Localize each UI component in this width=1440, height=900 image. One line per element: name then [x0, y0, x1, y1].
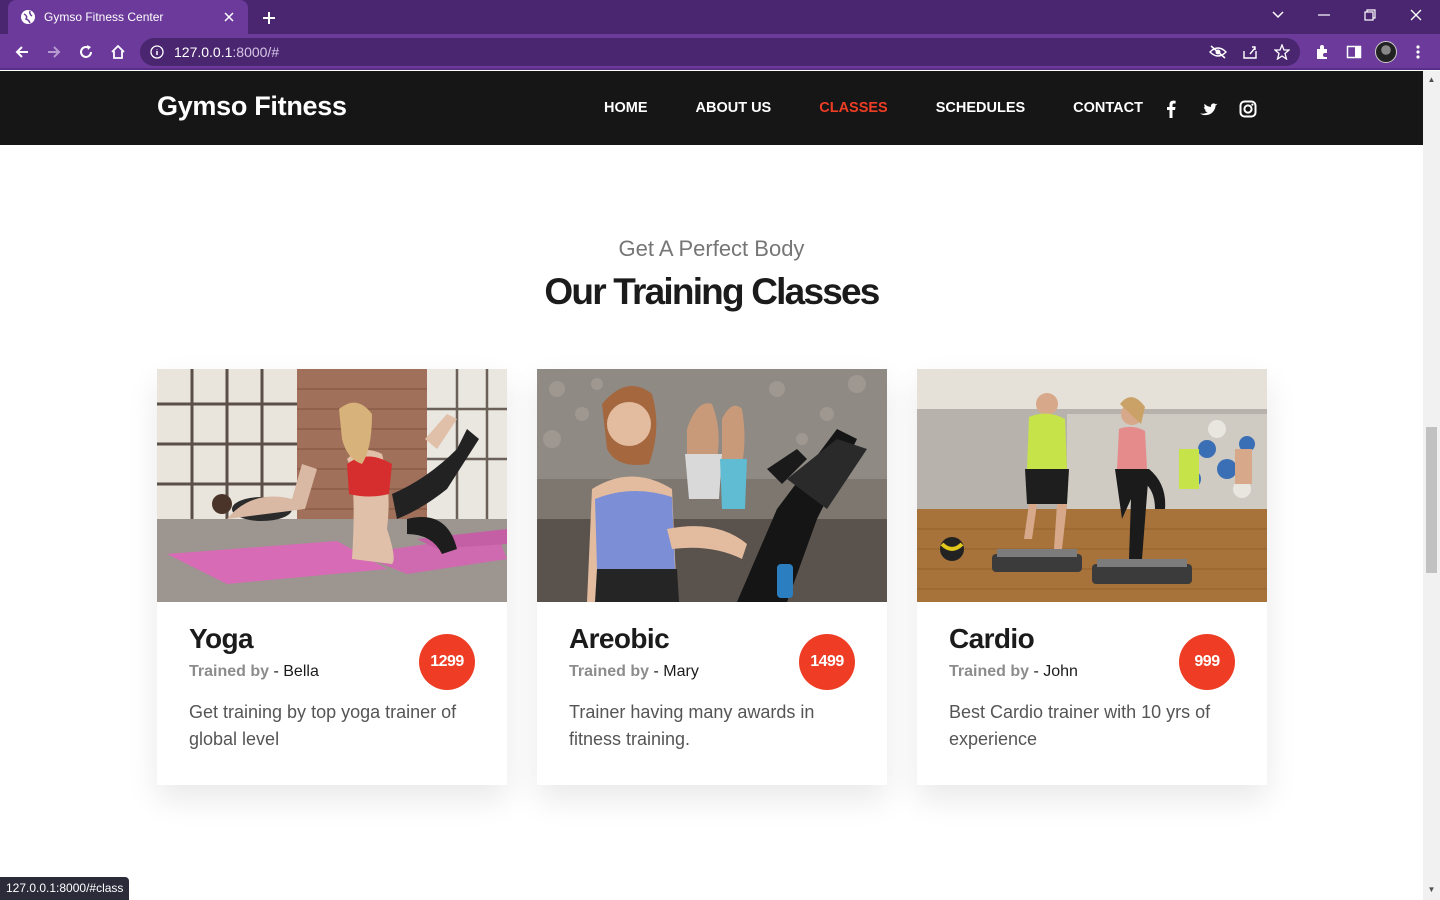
trained-by-label: Trained by — [569, 663, 650, 680]
section-title: Our Training Classes — [544, 271, 880, 312]
nav-links: HOME ABOUT US CLASSES SCHEDULES CONTACT — [580, 71, 1167, 145]
forward-icon[interactable] — [42, 40, 66, 64]
eye-off-icon[interactable] — [1206, 40, 1230, 64]
trained-by-label: Trained by — [949, 663, 1030, 680]
nav-schedules[interactable]: SCHEDULES — [912, 100, 1049, 116]
trainer-name: - John — [1033, 663, 1078, 680]
link-status-bar: 127.0.0.1:8000/#class — [0, 877, 130, 900]
class-trainer: Trained by - Mary — [569, 663, 699, 681]
extensions-icon[interactable] — [1310, 40, 1334, 64]
class-price-badge: 1499 — [799, 634, 855, 690]
share-icon[interactable] — [1238, 40, 1262, 64]
url-path: :8000/# — [232, 44, 280, 60]
trained-by-label: Trained by — [189, 663, 270, 680]
section-subtitle: Get A Perfect Body — [618, 236, 805, 261]
url-host: 127.0.0.1 — [174, 44, 233, 60]
address-bar[interactable]: 127.0.0.1:8000/# — [140, 38, 1300, 66]
class-card-areobic[interactable]: Areobic Trained by - Mary 1499 Trainer h… — [537, 369, 887, 785]
trainer-name: - Mary — [653, 663, 699, 680]
scroll-thumb[interactable] — [1426, 427, 1437, 573]
nav-about-us[interactable]: ABOUT US — [672, 100, 796, 116]
nav-contact[interactable]: CONTACT — [1049, 100, 1167, 116]
browser-toolbar: 127.0.0.1:8000/# — [0, 34, 1440, 70]
class-card-cardio[interactable]: Cardio Trained by - John 999 Best Cardio… — [917, 369, 1267, 785]
site-info-icon[interactable] — [150, 45, 164, 59]
browser-tab[interactable]: Gymso Fitness Center — [8, 0, 248, 34]
site-brand[interactable]: Gymso Fitness — [157, 91, 347, 122]
yoga-class-image — [157, 369, 507, 602]
class-description: Best Cardio trainer with 10 yrs of exper… — [949, 702, 1211, 749]
page-viewport: Gymso Fitness HOME ABOUT US CLASSES SCHE… — [0, 71, 1423, 900]
reload-icon[interactable] — [74, 40, 98, 64]
class-description: Get training by top yoga trainer of glob… — [189, 702, 457, 749]
class-trainer: Trained by - Bella — [189, 663, 319, 681]
tab-search-icon[interactable] — [1255, 0, 1301, 30]
class-title: Areobic — [569, 623, 670, 654]
class-price-badge: 1299 — [419, 634, 475, 690]
twitter-icon[interactable] — [1198, 99, 1218, 119]
scroll-down-arrow-icon[interactable]: ▼ — [1427, 885, 1436, 894]
class-description: Trainer having many awards in fitness tr… — [569, 702, 815, 749]
browser-tab-bar: Gymso Fitness Center — [0, 0, 1440, 34]
trainer-name: - Bella — [273, 663, 319, 680]
cardio-class-image — [917, 369, 1267, 602]
close-tab-icon[interactable] — [220, 8, 238, 26]
areobic-class-image — [537, 369, 887, 602]
profile-avatar[interactable] — [1375, 41, 1397, 63]
restore-icon[interactable] — [1347, 0, 1393, 30]
site-navbar: Gymso Fitness HOME ABOUT US CLASSES SCHE… — [0, 71, 1423, 145]
nav-home[interactable]: HOME — [580, 100, 672, 116]
menu-kebab-icon[interactable] — [1406, 40, 1430, 64]
tab-title: Gymso Fitness Center — [44, 10, 164, 24]
class-card-yoga[interactable]: Yoga Trained by - Bella 1299 Get trainin… — [157, 369, 507, 785]
nav-classes[interactable]: CLASSES — [795, 100, 912, 116]
class-trainer: Trained by - John — [949, 663, 1078, 681]
close-window-icon[interactable] — [1393, 0, 1439, 30]
facebook-icon[interactable] — [1161, 99, 1181, 119]
class-title: Cardio — [949, 623, 1035, 654]
bookmark-star-icon[interactable] — [1270, 40, 1294, 64]
class-title: Yoga — [189, 623, 254, 654]
globe-icon — [20, 9, 36, 25]
page-scrollbar[interactable]: ▲ ▼ — [1423, 71, 1440, 900]
new-tab-button[interactable] — [258, 7, 280, 29]
home-icon[interactable] — [106, 40, 130, 64]
side-panel-icon[interactable] — [1342, 40, 1366, 64]
back-icon[interactable] — [10, 40, 34, 64]
scroll-up-arrow-icon[interactable]: ▲ — [1427, 75, 1436, 84]
minimize-icon[interactable] — [1301, 0, 1347, 30]
instagram-icon[interactable] — [1238, 99, 1258, 119]
class-price-badge: 999 — [1179, 634, 1235, 690]
